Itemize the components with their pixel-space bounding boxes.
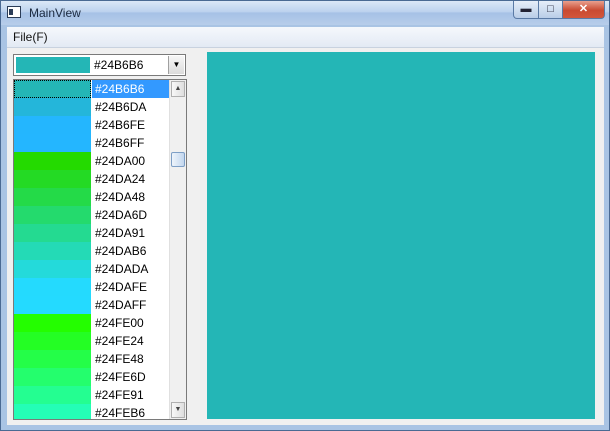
color-swatch	[14, 98, 91, 116]
list-item[interactable]: #24B6B6	[14, 80, 169, 98]
color-swatch	[14, 314, 91, 332]
color-swatch	[14, 134, 91, 152]
color-swatch	[14, 152, 91, 170]
list-item[interactable]: #24DA48	[14, 188, 169, 206]
scroll-down-button[interactable]: ▼	[171, 402, 185, 418]
combo-selected-text: #24B6B6	[94, 58, 144, 72]
list-item[interactable]: #24FE48	[14, 350, 169, 368]
window-title: MainView	[29, 6, 81, 20]
maximize-button[interactable]: □	[538, 1, 563, 19]
color-label: #24B6B6	[92, 80, 169, 98]
app-icon[interactable]	[7, 6, 21, 18]
color-label: #24DA48	[95, 190, 146, 204]
color-dropdown-list[interactable]: #24B6B6 #24B6DA #24B6FE #24B6FF #24DA00 #24DA…	[13, 79, 187, 420]
color-label: #24FE91	[95, 388, 144, 402]
close-icon: ✕	[578, 3, 589, 15]
list-scrollbar[interactable]: ▲ ▼	[169, 80, 186, 419]
color-swatch	[14, 332, 91, 350]
list-item[interactable]: #24DAFE	[14, 278, 169, 296]
chevron-up-icon: ▲	[174, 85, 182, 92]
color-swatch	[14, 278, 91, 296]
chevron-down-icon: ▼	[172, 60, 181, 69]
color-label: #24DA6D	[95, 208, 148, 222]
minimize-icon: ▬	[520, 3, 532, 15]
close-button[interactable]: ✕	[562, 1, 605, 19]
main-window: MainView ▬ □ ✕ File(F) #24B6B6 ▼ #24B6B6…	[0, 0, 610, 431]
list-item[interactable]: #24DAFF	[14, 296, 169, 314]
color-swatch	[14, 404, 91, 419]
color-label: #24FE6D	[95, 370, 146, 384]
color-label: #24DAFF	[95, 298, 147, 312]
list-item[interactable]: #24B6FE	[14, 116, 169, 134]
color-label: #24FE48	[95, 352, 144, 366]
menu-file[interactable]: File(F)	[13, 30, 48, 44]
color-preview-panel	[207, 52, 595, 419]
list-item[interactable]: #24DA6D	[14, 206, 169, 224]
scroll-up-button[interactable]: ▲	[171, 81, 185, 97]
color-label: #24FEB6	[95, 406, 146, 420]
color-label: #24DAFE	[95, 280, 148, 294]
color-label: #24B6FF	[95, 136, 145, 150]
color-label: #24DA24	[95, 172, 146, 186]
list-item[interactable]: #24B6DA	[14, 98, 169, 116]
color-swatch	[14, 206, 91, 224]
list-item[interactable]: #24FE91	[14, 386, 169, 404]
color-combobox[interactable]: #24B6B6 ▼	[13, 54, 186, 76]
color-label: #24DADA	[95, 262, 149, 276]
list-item[interactable]: #24FEB6	[14, 404, 169, 420]
list-item[interactable]: #24DA00	[14, 152, 169, 170]
list-item[interactable]: #24FE24	[14, 332, 169, 350]
color-swatch	[14, 116, 91, 134]
client-area: File(F) #24B6B6 ▼ #24B6B6 #24B6DA #24B6FE #…	[7, 27, 604, 425]
title-bar[interactable]: MainView ▬ □ ✕	[1, 1, 609, 25]
color-swatch	[14, 242, 91, 260]
maximize-icon: □	[547, 3, 554, 15]
color-swatch	[14, 350, 91, 368]
color-swatch	[14, 386, 91, 404]
color-label: #24B6FE	[95, 118, 146, 132]
list-item[interactable]: #24DADA	[14, 260, 169, 278]
color-label: #24DA00	[95, 154, 146, 168]
color-swatch	[14, 224, 91, 242]
list-item[interactable]: #24DA91	[14, 224, 169, 242]
color-swatch	[14, 296, 91, 314]
combo-color-swatch	[16, 57, 90, 73]
color-swatch	[14, 368, 91, 386]
list-item[interactable]: #24DAB6	[14, 242, 169, 260]
color-label: #24FE24	[95, 334, 144, 348]
color-swatch	[14, 80, 91, 98]
color-label: #24FE00	[95, 316, 144, 330]
combo-dropdown-button[interactable]: ▼	[168, 56, 184, 74]
list-item[interactable]: #24DA24	[14, 170, 169, 188]
list-item[interactable]: #24B6FF	[14, 134, 169, 152]
chevron-down-icon: ▼	[174, 406, 182, 413]
color-label: #24DAB6	[95, 244, 147, 258]
color-swatch	[14, 170, 91, 188]
color-swatch	[14, 188, 91, 206]
color-label: #24B6DA	[95, 100, 147, 114]
list-item[interactable]: #24FE00	[14, 314, 169, 332]
color-label: #24DA91	[95, 226, 146, 240]
minimize-button[interactable]: ▬	[513, 1, 539, 19]
scroll-thumb[interactable]	[171, 152, 185, 167]
menu-bar: File(F)	[7, 27, 604, 48]
list-item[interactable]: #24FE6D	[14, 368, 169, 386]
color-swatch	[14, 260, 91, 278]
